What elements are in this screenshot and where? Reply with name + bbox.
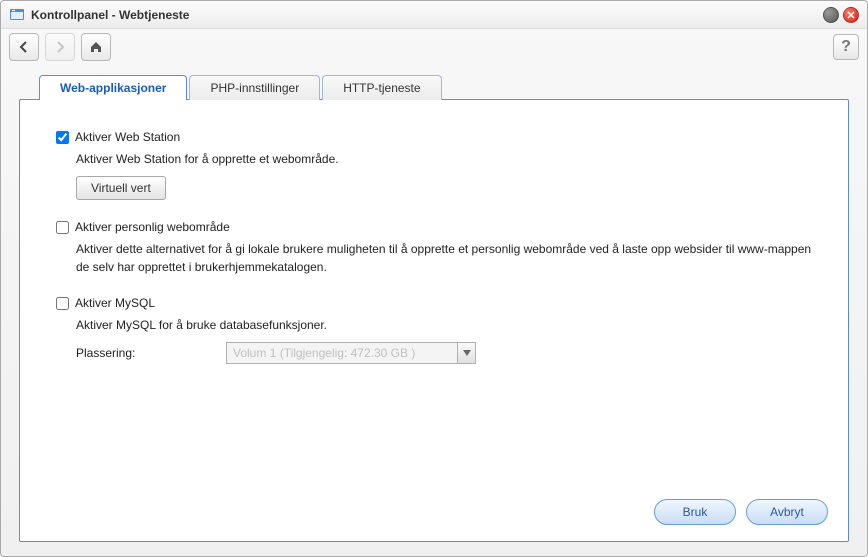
minimize-button[interactable]	[823, 7, 839, 23]
mysql-label: Aktiver MySQL	[75, 296, 155, 310]
mysql-checkbox[interactable]	[56, 297, 69, 310]
app-icon	[9, 7, 25, 23]
chevron-down-icon	[457, 343, 475, 363]
tab-bar: Web-applikasjoner PHP-innstillinger HTTP…	[19, 75, 849, 100]
tab-http-service[interactable]: HTTP-tjeneste	[322, 75, 441, 100]
forward-button[interactable]	[45, 33, 75, 61]
titlebar: Kontrollpanel - Webtjeneste	[1, 1, 867, 29]
mysql-desc: Aktiver MySQL for å bruke databasefunksj…	[76, 316, 812, 334]
tab-label: Web-applikasjoner	[60, 81, 166, 95]
personal-label: Aktiver personlig webområde	[75, 220, 230, 234]
help-icon: ?	[841, 38, 851, 56]
apply-button[interactable]: Bruk	[654, 499, 736, 525]
mysql-location-dropdown[interactable]: Volum 1 (Tilgjengelig: 472.30 GB )	[226, 342, 476, 364]
tab-label: HTTP-tjeneste	[343, 81, 420, 95]
webstation-label: Aktiver Web Station	[75, 130, 180, 144]
help-button[interactable]: ?	[833, 34, 859, 60]
cancel-button[interactable]: Avbryt	[746, 499, 828, 525]
personal-desc: Aktiver dette alternativet for å gi loka…	[76, 240, 812, 276]
toolbar: ?	[1, 29, 867, 65]
mysql-location-label: Plassering:	[76, 346, 226, 360]
titlebar-buttons	[823, 7, 859, 23]
main-panel: Aktiver Web Station Aktiver Web Station …	[19, 99, 849, 542]
option-personal-website: Aktiver personlig webområde Aktiver dett…	[56, 220, 812, 276]
back-button[interactable]	[9, 33, 39, 61]
close-button[interactable]	[843, 7, 859, 23]
window-title: Kontrollpanel - Webtjeneste	[31, 8, 823, 22]
webstation-desc: Aktiver Web Station for å opprette et we…	[76, 150, 812, 168]
home-button[interactable]	[81, 33, 111, 61]
tab-web-applications[interactable]: Web-applikasjoner	[39, 75, 187, 100]
option-webstation: Aktiver Web Station Aktiver Web Station …	[56, 130, 812, 200]
option-mysql: Aktiver MySQL Aktiver MySQL for å bruke …	[56, 296, 812, 364]
mysql-location-row: Plassering: Volum 1 (Tilgjengelig: 472.3…	[76, 342, 812, 364]
webstation-checkbox[interactable]	[56, 131, 69, 144]
dropdown-value: Volum 1 (Tilgjengelig: 472.30 GB )	[227, 346, 457, 360]
personal-checkbox[interactable]	[56, 221, 69, 234]
tab-label: PHP-innstillinger	[210, 81, 299, 95]
footer-buttons: Bruk Avbryt	[654, 499, 828, 525]
tab-php-settings[interactable]: PHP-innstillinger	[189, 75, 320, 100]
content-area: Web-applikasjoner PHP-innstillinger HTTP…	[1, 65, 867, 556]
app-window: Kontrollpanel - Webtjeneste ? Web-applik…	[0, 0, 868, 557]
virtual-host-button[interactable]: Virtuell vert	[76, 176, 166, 200]
